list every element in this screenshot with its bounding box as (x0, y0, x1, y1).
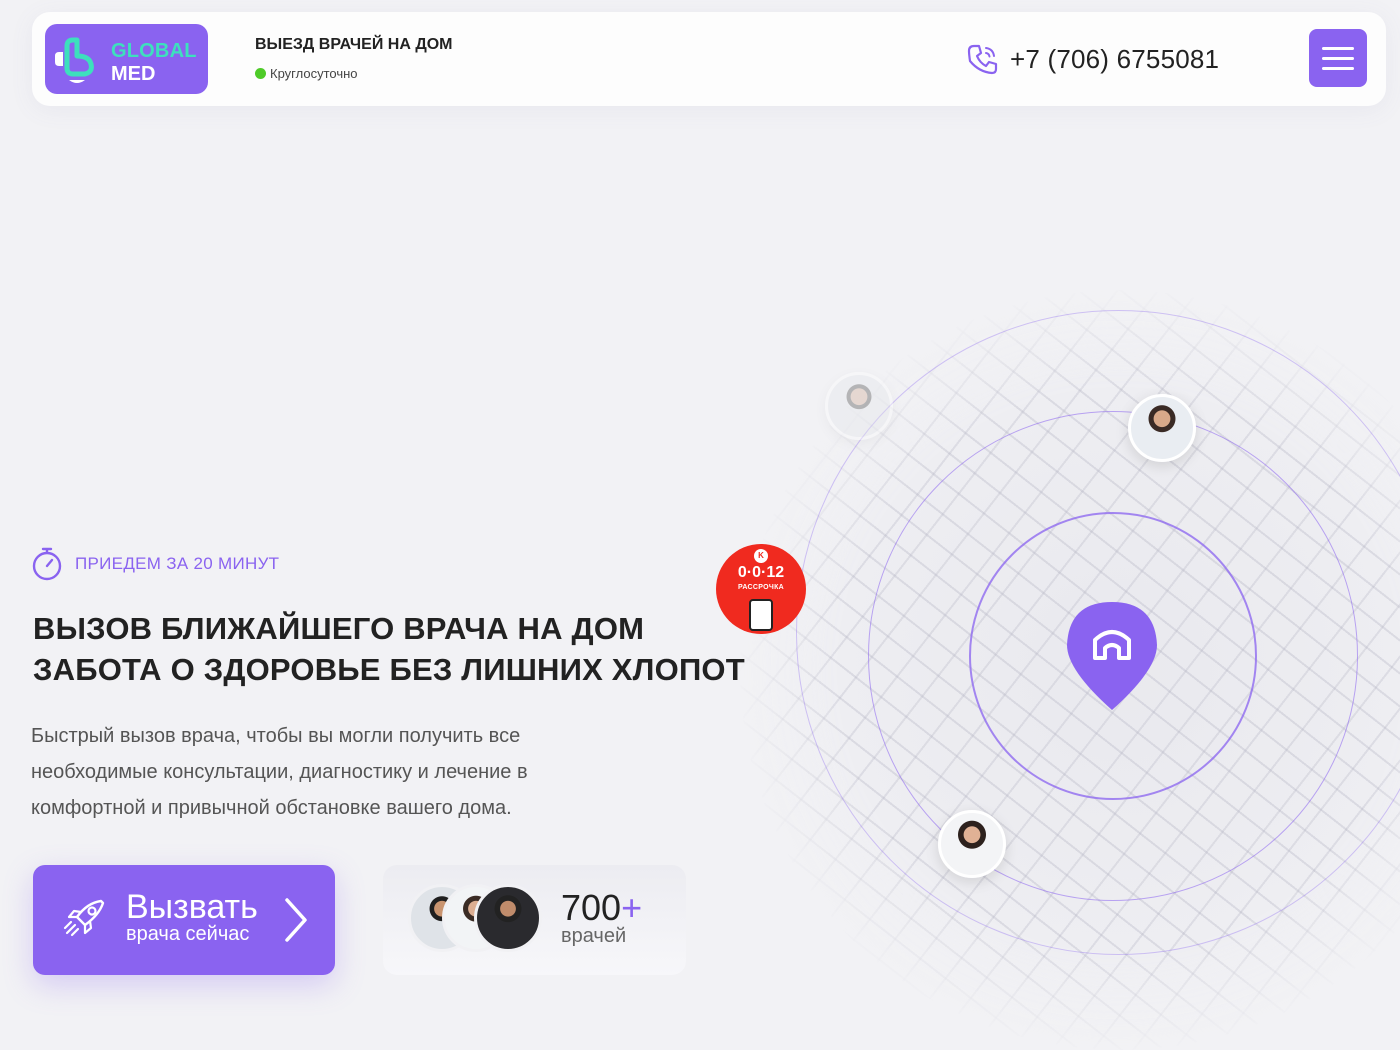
logo-text-med: MED (111, 63, 156, 85)
hero-description-line: Быстрый вызов врача, чтобы вы могли полу… (31, 725, 521, 747)
phone-icon (967, 44, 998, 75)
badge-text: ПРИЕДЕМ ЗА 20 МИНУТ (75, 554, 280, 573)
call-doctor-button[interactable]: Вызвать врача сейчас (33, 865, 335, 975)
call-button-label: Вызвать (126, 888, 258, 926)
city-map-illustration (700, 290, 1400, 1050)
promo-main-text: 0·0·12 (737, 564, 785, 581)
doctors-count-card: 700+ врачей (383, 865, 686, 975)
doctor-avatar-faded (825, 372, 893, 440)
hero-description-line: необходимые консультации, диагностику и … (31, 761, 528, 783)
doctors-count-plus: + (621, 887, 643, 928)
hero-title-line: ЗАБОТА О ЗДОРОВЬЕ БЕЗ ЛИШНИХ ХЛОПОТ (33, 652, 745, 687)
doctors-count-number: 700 (561, 887, 622, 928)
logo-text-global: GLOBAL (111, 40, 197, 62)
hamburger-menu-button[interactable] (1309, 29, 1367, 87)
hero-description: Быстрый вызов врача, чтобы вы могли полу… (31, 718, 621, 826)
kaspi-logo-icon: K (754, 549, 768, 563)
stopwatch-icon (32, 547, 62, 581)
hero-description-line: комфортной и привычной обстановке вашего… (31, 797, 512, 819)
phone-link[interactable]: +7 (706) 6755081 (966, 42, 1219, 76)
promo-sub-text: РАССРОЧКА (737, 584, 784, 591)
doctor-avatar (1128, 394, 1196, 462)
avatar (474, 884, 542, 952)
site-header: GLOBAL MED ВЫЕЗД ВРАЧЕЙ НА ДОМ Круглосут… (32, 12, 1386, 106)
status-dot-icon (255, 68, 266, 79)
header-title: ВЫЕЗД ВРАЧЕЙ НА ДОМ (255, 36, 453, 53)
doctors-count: 700+ (561, 887, 642, 929)
hero-title-line: ВЫЗОВ БЛИЖАЙШЕГО ВРАЧА НА ДОМ (33, 611, 645, 646)
doctor-avatars-stack (408, 884, 548, 952)
menu-line (1322, 56, 1354, 60)
home-location-pin-icon (1067, 602, 1157, 710)
logo-mark-icon (55, 37, 94, 83)
rocket-icon (63, 899, 105, 937)
chevron-right-icon (285, 898, 307, 942)
qr-phone-icon (749, 599, 773, 631)
status-text: Круглосуточно (270, 66, 358, 81)
menu-line (1322, 66, 1354, 70)
hero-title: ВЫЗОВ БЛИЖАЙШЕГО ВРАЧА НА ДОМ ЗАБОТА О З… (33, 608, 745, 690)
call-button-sublabel: врача сейчас (126, 923, 250, 945)
doctors-count-label: врачей (561, 925, 627, 947)
arrival-time-badge: ПРИЕДЕМ ЗА 20 МИНУТ (31, 546, 279, 582)
availability-status: Круглосуточно (255, 66, 358, 81)
logo[interactable]: GLOBAL MED (45, 24, 208, 94)
phone-number[interactable]: +7 (706) 6755081 (1010, 44, 1219, 75)
menu-line (1322, 46, 1354, 50)
doctor-avatar (938, 810, 1006, 878)
